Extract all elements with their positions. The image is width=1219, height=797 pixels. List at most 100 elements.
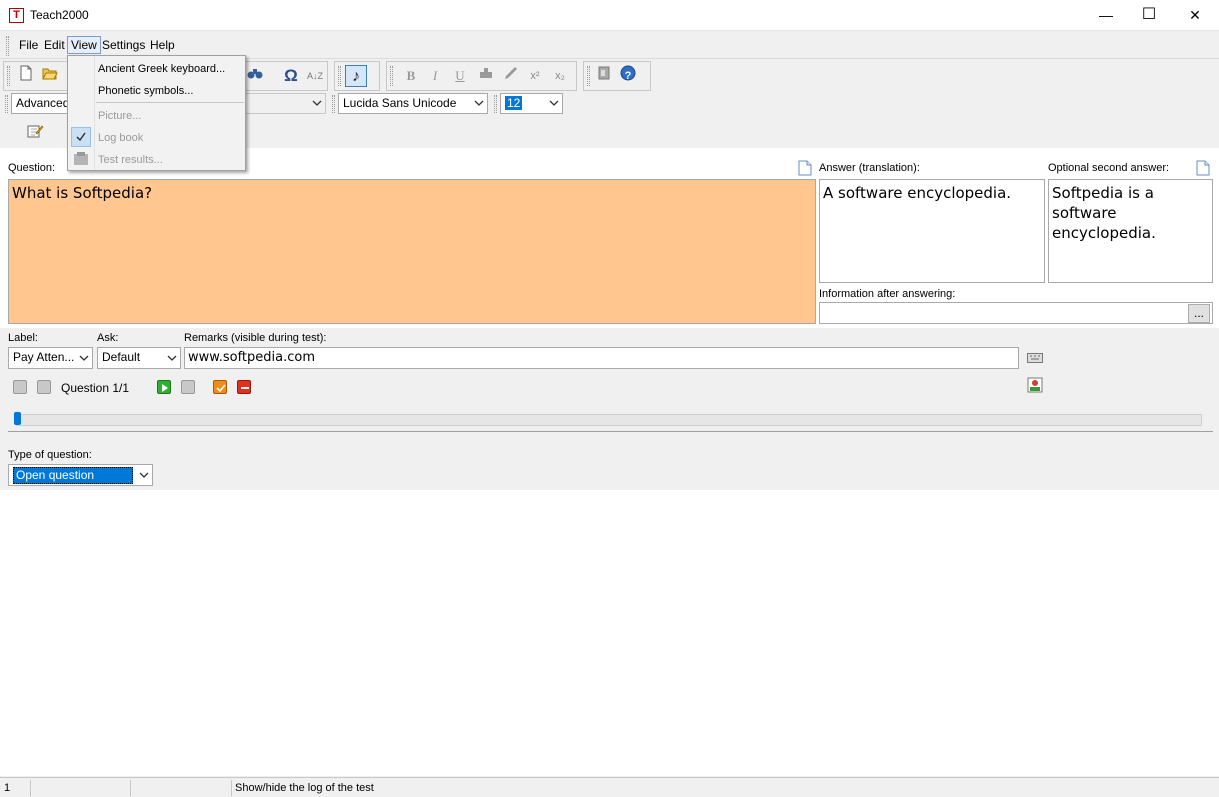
font-size-combo[interactable]: 12 xyxy=(500,93,563,114)
picture-button[interactable] xyxy=(1027,377,1043,393)
status-bar: 1 Show/hide the log of the test xyxy=(0,777,1219,797)
subscript-icon[interactable]: x₂ xyxy=(549,65,571,87)
last-question-icon[interactable] xyxy=(181,380,195,394)
highlight-button[interactable] xyxy=(475,65,497,87)
open-file-button[interactable] xyxy=(39,65,61,87)
info-label: Information after answering: xyxy=(819,288,956,300)
ask-combo[interactable]: Default xyxy=(97,347,181,369)
label-field-label: Label: xyxy=(8,332,38,344)
report-icon xyxy=(74,152,88,165)
question-type-label: Type of question: xyxy=(8,449,92,461)
previous-question-icon[interactable] xyxy=(37,380,51,394)
label-combo[interactable]: Pay Atten... xyxy=(8,347,93,369)
bold-icon[interactable]: B xyxy=(400,65,422,87)
menu-help[interactable]: Help xyxy=(147,37,178,53)
notebook-pencil-icon xyxy=(27,125,44,138)
delete-question-icon[interactable] xyxy=(237,380,251,394)
question-doc-icon[interactable] xyxy=(798,160,812,176)
info-field[interactable] xyxy=(819,302,1213,324)
mode-combo-value: Advanced xyxy=(16,96,70,110)
toolbar-grip[interactable] xyxy=(332,95,335,113)
status-separator xyxy=(231,780,232,796)
underline-icon[interactable]: U xyxy=(449,65,471,87)
help-button[interactable]: ? xyxy=(617,65,639,87)
close-button[interactable]: ✕ xyxy=(1172,0,1218,31)
menu-settings[interactable]: Settings xyxy=(99,37,148,53)
card-button[interactable] xyxy=(593,65,615,87)
remarks-input[interactable]: www.softpedia.com xyxy=(184,347,1019,369)
find-button[interactable] xyxy=(244,65,266,87)
ask-combo-value: Default xyxy=(102,350,141,364)
edit-tab-icon[interactable] xyxy=(26,122,44,140)
language-combo[interactable] xyxy=(243,93,326,114)
font-combo[interactable]: Lucida Sans Unicode xyxy=(338,93,488,114)
menu-item-picture[interactable]: Picture... xyxy=(98,110,141,122)
chevron-down-icon xyxy=(167,355,177,361)
label-combo-value: Pay Atten... xyxy=(13,350,75,364)
menu-view[interactable]: View xyxy=(67,36,101,54)
status-separator xyxy=(130,780,131,796)
italic-icon[interactable]: I xyxy=(424,65,446,87)
question-textarea[interactable]: What is Softpedia? xyxy=(8,179,816,324)
chevron-down-icon xyxy=(139,472,149,478)
menu-item-log-book[interactable]: Log book xyxy=(98,132,143,144)
document-icon xyxy=(798,160,812,176)
question-label: Question: xyxy=(8,162,56,174)
binoculars-icon xyxy=(247,69,263,79)
toolbar-grip[interactable] xyxy=(494,95,497,113)
card-icon xyxy=(598,66,610,80)
toolbar-grip[interactable] xyxy=(587,66,590,86)
superscript-icon[interactable]: x² xyxy=(524,65,546,87)
sound-note-icon[interactable]: ♪ xyxy=(345,65,367,87)
test-results-icon xyxy=(73,151,89,167)
question-slider-track[interactable] xyxy=(16,414,1202,426)
second-answer-doc-icon[interactable] xyxy=(1196,160,1210,176)
app-icon[interactable]: T xyxy=(9,8,24,23)
help-glyph: ? xyxy=(624,70,632,82)
new-file-icon xyxy=(20,65,32,81)
sort-icon[interactable]: A↓Z xyxy=(304,65,326,87)
menu-item-test-results[interactable]: Test results... xyxy=(98,154,163,166)
add-question-icon[interactable] xyxy=(213,380,227,394)
toolbar-grip[interactable] xyxy=(338,66,341,86)
pen-icon xyxy=(505,67,517,79)
log-book-check-box xyxy=(71,127,91,147)
highlighter-icon xyxy=(480,68,492,78)
info-more-button[interactable]: ... xyxy=(1188,304,1210,323)
menu-item-phonetic-symbols[interactable]: Phonetic symbols... xyxy=(98,85,193,97)
play-icon xyxy=(162,384,168,392)
second-answer-label: Optional second answer: xyxy=(1048,162,1170,174)
question-counter: Question 1/1 xyxy=(61,381,130,395)
keyboard-icon xyxy=(1027,353,1043,363)
menu-file[interactable]: File xyxy=(16,37,41,53)
document-icon xyxy=(1196,160,1210,176)
chevron-down-icon xyxy=(549,100,559,106)
omega-icon[interactable]: Ω xyxy=(280,65,302,87)
remarks-label: Remarks (visible during test): xyxy=(184,332,327,344)
ask-label: Ask: xyxy=(97,332,119,344)
new-file-button[interactable] xyxy=(15,65,37,87)
maximize-button[interactable]: ☐ xyxy=(1126,0,1172,31)
checkmark-icon xyxy=(76,132,86,142)
question-type-combo[interactable]: Open question xyxy=(8,464,153,486)
menu-item-ancient-greek-keyboard[interactable]: Ancient Greek keyboard... xyxy=(98,63,225,75)
next-question-icon[interactable] xyxy=(157,380,171,394)
question-slider-thumb[interactable] xyxy=(14,412,21,425)
status-cell-count: 1 xyxy=(4,782,11,794)
menu-edit[interactable]: Edit xyxy=(41,37,68,53)
second-answer-textarea[interactable]: Softpedia is a software encyclopedia. xyxy=(1048,179,1213,283)
first-question-icon[interactable] xyxy=(13,380,27,394)
minimize-button[interactable]: — xyxy=(1083,0,1129,31)
keyboard-button[interactable] xyxy=(1027,352,1043,364)
color-pen-button[interactable] xyxy=(500,65,522,87)
toolbar-help: ? xyxy=(583,61,651,91)
minus-icon xyxy=(241,387,249,389)
check-icon xyxy=(216,384,226,393)
toolbar-grip[interactable] xyxy=(5,95,8,113)
menubar-grip[interactable] xyxy=(6,36,9,56)
answer-textarea[interactable]: A software encyclopedia. xyxy=(819,179,1045,283)
toolbar-grip[interactable] xyxy=(7,66,10,86)
toolbar-sound: ♪ xyxy=(334,61,380,91)
toolbar-grip[interactable] xyxy=(390,66,393,86)
chevron-down-icon xyxy=(312,100,322,106)
